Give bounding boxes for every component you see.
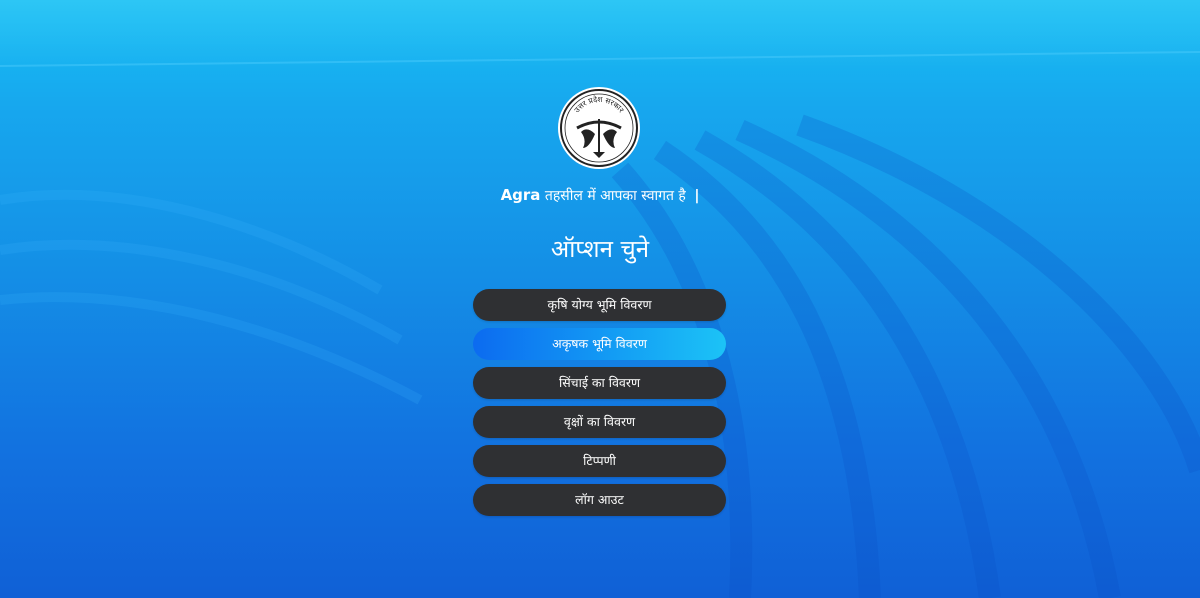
welcome-bar: | [694, 188, 700, 204]
up-government-seal-logo: उत्तर प्रदेश सरकार [558, 87, 640, 169]
options-menu: कृषि योग्य भूमि विवरण अकृषक भूमि विवरण स… [473, 289, 726, 523]
irrigation-details-button[interactable]: सिंचाई का विवरण [473, 367, 726, 399]
logout-button[interactable]: लॉग आउट [473, 484, 726, 516]
agricultural-land-details-button[interactable]: कृषि योग्य भूमि विवरण [473, 289, 726, 321]
welcome-message: Agra तहसील में आपका स्वागत है | [0, 185, 1200, 206]
tehsil-name: Agra [500, 186, 541, 204]
remarks-button[interactable]: टिप्पणी [473, 445, 726, 477]
tree-details-button[interactable]: वृक्षों का विवरण [473, 406, 726, 438]
main-content: उत्तर प्रदेश सरकार Agra तहसील में आपका स… [0, 0, 1200, 598]
welcome-text: तहसील में आपका स्वागत है [544, 188, 686, 204]
page-title: ऑप्शन चुने [550, 235, 650, 263]
non-agricultural-land-details-button[interactable]: अकृषक भूमि विवरण [473, 328, 726, 360]
